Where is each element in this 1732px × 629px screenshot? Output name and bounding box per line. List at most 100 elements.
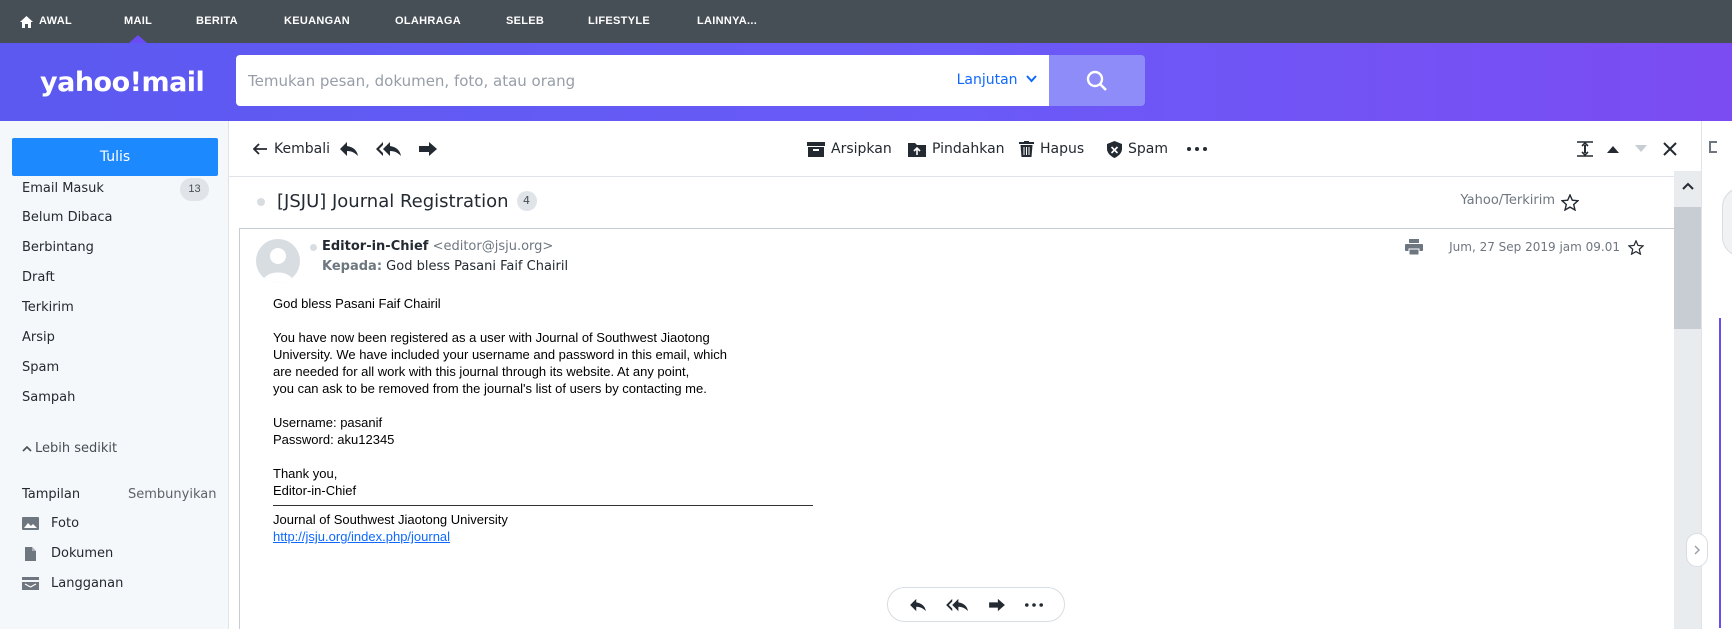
signature-line: Editor-in-Chief bbox=[273, 483, 357, 498]
views-hide-link[interactable]: Sembunyikan bbox=[128, 487, 216, 502]
views-heading: Tampilan bbox=[22, 487, 81, 502]
view-label: Dokumen bbox=[51, 546, 114, 561]
unread-dot-icon bbox=[257, 198, 265, 206]
nav-label: LIFESTYLE bbox=[588, 15, 650, 27]
recipient-label: Kepada: bbox=[322, 259, 383, 274]
expand-all-button[interactable] bbox=[1577, 121, 1593, 177]
nav-label: SELEB bbox=[506, 15, 545, 27]
folder-label: Email Masuk bbox=[22, 181, 104, 196]
search-button[interactable] bbox=[1049, 55, 1145, 106]
trash-icon bbox=[1019, 141, 1034, 157]
view-subscriptions[interactable]: Langganan bbox=[22, 576, 123, 591]
message-meta: Jum, 27 Sep 2019 jam 09.01 bbox=[1405, 239, 1644, 255]
compose-button[interactable]: Tulis bbox=[12, 138, 218, 176]
folder-inbox[interactable]: Email Masuk bbox=[22, 181, 104, 196]
message-body: God bless Pasani Faif Chairil You have n… bbox=[273, 295, 833, 545]
user-icon bbox=[262, 248, 294, 283]
nav-lifestyle[interactable]: LIFESTYLE bbox=[588, 0, 650, 43]
yahoo-mail-logo[interactable]: yahoo!mail bbox=[40, 67, 205, 98]
search-input[interactable] bbox=[248, 55, 948, 106]
quick-reply-button[interactable] bbox=[909, 598, 927, 612]
print-icon[interactable] bbox=[1405, 239, 1424, 255]
message-card: Editor-in-Chief <editor@jsju.org> Kepada… bbox=[239, 228, 1675, 629]
unread-dot-icon bbox=[310, 244, 317, 251]
scroll-thumb[interactable] bbox=[1674, 207, 1701, 329]
password-line: Password: aku12345 bbox=[273, 432, 395, 447]
spam-label: Spam bbox=[1128, 141, 1168, 157]
star-icon[interactable] bbox=[1628, 239, 1644, 255]
panel-expand-button[interactable] bbox=[1686, 533, 1708, 567]
move-button[interactable]: Pindahkan bbox=[908, 121, 1005, 177]
nav-finance[interactable]: KEUANGAN bbox=[284, 0, 350, 43]
nav-label: BERITA bbox=[196, 15, 238, 27]
folder-drafts[interactable]: Draft bbox=[22, 270, 55, 285]
search-box: Lanjutan bbox=[236, 55, 1049, 106]
folder-starred[interactable]: Berbintang bbox=[22, 240, 94, 255]
delete-button[interactable]: Hapus bbox=[1019, 121, 1084, 177]
spam-button[interactable]: Spam bbox=[1107, 121, 1168, 177]
nav-celebrity[interactable]: SELEB bbox=[506, 0, 544, 43]
panel-accent-bar bbox=[1719, 318, 1721, 628]
view-photos[interactable]: Foto bbox=[22, 516, 79, 531]
forward-button[interactable] bbox=[418, 121, 438, 177]
reply-all-button[interactable] bbox=[376, 121, 402, 177]
folder-unread[interactable]: Belum Dibaca bbox=[22, 210, 113, 225]
journal-link[interactable]: http://jsju.org/index.php/journal bbox=[273, 529, 450, 544]
nav-sports[interactable]: OLAHRAGA bbox=[395, 0, 461, 43]
nav-news[interactable]: BERITA bbox=[196, 0, 238, 43]
sender-name: Editor-in-Chief bbox=[322, 239, 429, 254]
folder-move-icon bbox=[908, 142, 926, 157]
chevron-right-icon bbox=[1694, 545, 1700, 555]
close-icon bbox=[1663, 142, 1677, 156]
star-icon[interactable] bbox=[1561, 194, 1579, 211]
folder-spam[interactable]: Spam bbox=[22, 360, 59, 375]
username-line: Username: pasanif bbox=[273, 415, 383, 430]
quick-forward-button[interactable] bbox=[988, 598, 1006, 612]
panel-toggle-icon[interactable] bbox=[1709, 141, 1717, 153]
more-icon bbox=[1187, 147, 1207, 151]
quick-reply-all-button[interactable] bbox=[946, 598, 969, 612]
subject-row: [JSJU] Journal Registration 4 Yahoo/Terki… bbox=[229, 177, 1675, 229]
thread-count-badge: 4 bbox=[516, 191, 537, 211]
recipient-line: Kepada: God bless Pasani Faif Chairil bbox=[322, 259, 568, 274]
message-toolbar: Kembali Arsipkan Pindahkan Hapus Spam bbox=[229, 121, 1677, 177]
back-label: Kembali bbox=[274, 141, 330, 157]
folder-archive[interactable]: Arsip bbox=[22, 330, 55, 345]
close-button[interactable] bbox=[1663, 121, 1677, 177]
unread-count-badge: 13 bbox=[180, 178, 209, 201]
view-documents[interactable]: Dokumen bbox=[22, 546, 113, 561]
avatar[interactable] bbox=[256, 239, 300, 283]
nav-label: AWAL bbox=[39, 15, 72, 27]
message-pane: Kembali Arsipkan Pindahkan Hapus Spam [J… bbox=[228, 121, 1677, 629]
next-message-button[interactable] bbox=[1635, 121, 1647, 177]
nav-mail[interactable]: MAIL bbox=[124, 0, 152, 43]
chevron-up-icon bbox=[22, 445, 32, 452]
back-button[interactable]: Kembali bbox=[253, 121, 330, 177]
body-paragraph: You have now been registered as a user w… bbox=[273, 329, 833, 397]
previous-message-button[interactable] bbox=[1607, 121, 1619, 177]
sender-line[interactable]: Editor-in-Chief <editor@jsju.org> bbox=[322, 239, 553, 254]
greeting: God bless Pasani Faif Chairil bbox=[273, 296, 441, 311]
advanced-label: Lanjutan bbox=[956, 72, 1018, 88]
folder-sent[interactable]: Terkirim bbox=[22, 300, 74, 315]
archive-button[interactable]: Arsipkan bbox=[807, 121, 892, 177]
reply-all-icon bbox=[376, 142, 401, 156]
show-less-label: Lebih sedikit bbox=[35, 441, 118, 456]
archive-label: Arsipkan bbox=[831, 141, 892, 157]
photo-icon bbox=[22, 517, 39, 530]
quick-more-button[interactable] bbox=[1024, 602, 1043, 607]
reply-button[interactable] bbox=[339, 121, 359, 177]
expand-icon bbox=[1577, 141, 1593, 157]
folder-tag[interactable]: Yahoo/Terkirim bbox=[1461, 193, 1555, 208]
right-panel bbox=[1686, 121, 1732, 629]
more-actions-button[interactable] bbox=[1187, 121, 1207, 177]
nav-home[interactable]: AWAL bbox=[20, 0, 72, 43]
show-less-toggle[interactable]: Lebih sedikit bbox=[22, 441, 117, 456]
advanced-search-button[interactable]: Lanjutan bbox=[957, 55, 1037, 106]
forward-icon bbox=[989, 598, 1005, 611]
body-line: you can ask to be removed from the journ… bbox=[273, 381, 707, 396]
view-label: Foto bbox=[51, 516, 80, 531]
scroll-up-button[interactable] bbox=[1674, 171, 1701, 201]
folder-trash[interactable]: Sampah bbox=[22, 390, 75, 405]
nav-more[interactable]: LAINNYA... bbox=[697, 0, 757, 43]
